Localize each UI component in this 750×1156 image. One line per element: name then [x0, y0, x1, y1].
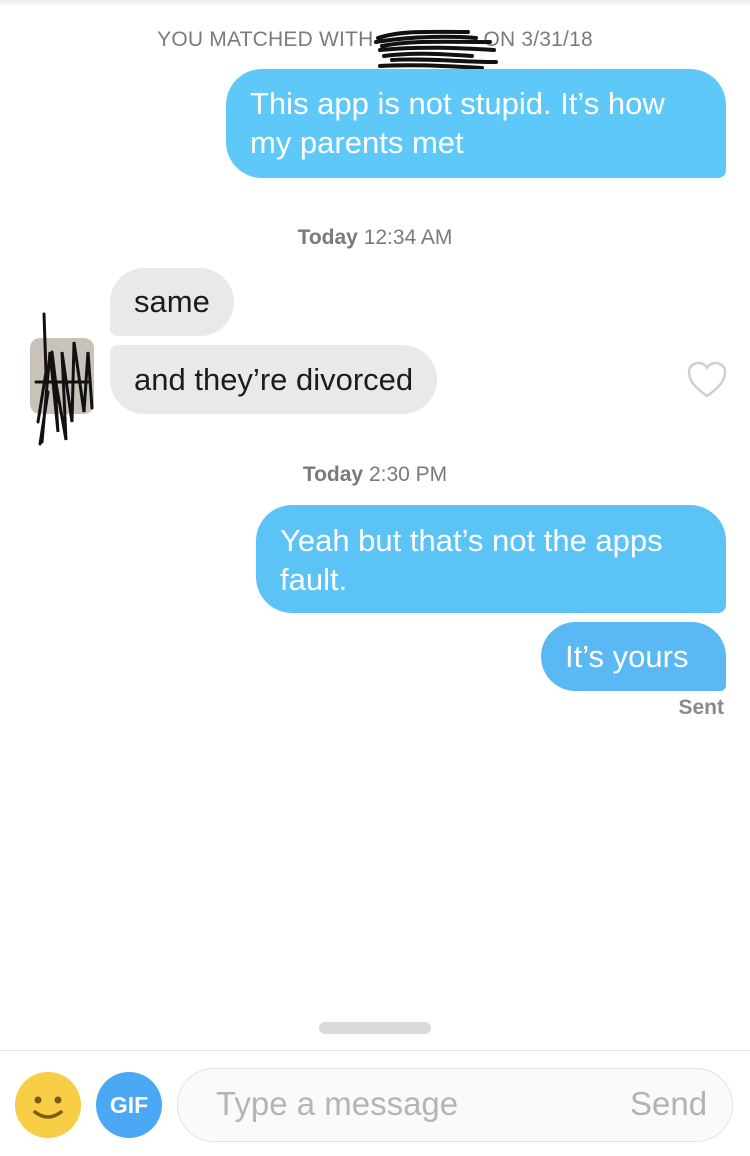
- message-bubble-outgoing[interactable]: It’s yours: [541, 622, 726, 691]
- drag-handle[interactable]: [319, 1022, 431, 1034]
- message-input-placeholder: Type a message: [216, 1085, 459, 1122]
- sent-status: Sent: [678, 696, 724, 719]
- message-bubble-outgoing[interactable]: Yeah but that’s not the apps fault.: [256, 505, 726, 613]
- smiley-icon[interactable]: [15, 1072, 81, 1138]
- send-button[interactable]: Send: [630, 1085, 707, 1123]
- message-bubble-outgoing[interactable]: This app is not stupid. It’s how my pare…: [226, 69, 726, 178]
- message-bubble-incoming[interactable]: and they’re divorced: [110, 345, 438, 414]
- timestamp-day: Today: [302, 463, 364, 486]
- like-heart-icon[interactable]: [686, 360, 728, 400]
- timestamp-time: 12:34 AM: [363, 226, 453, 249]
- timestamp-time: 2:30 PM: [368, 463, 448, 486]
- avatar[interactable]: [28, 312, 96, 452]
- redaction-scribble: [374, 29, 498, 70]
- timestamp-day: Today: [297, 226, 358, 249]
- gif-button[interactable]: GIF: [96, 1072, 162, 1138]
- timestamp: Today 2:30 PM: [0, 463, 750, 487]
- top-divider: [0, 0, 750, 6]
- match-prefix: YOU MATCHED WITH: [157, 28, 374, 51]
- timestamp: Today 12:34 AM: [0, 226, 750, 250]
- message-bubble-incoming[interactable]: same: [110, 268, 234, 336]
